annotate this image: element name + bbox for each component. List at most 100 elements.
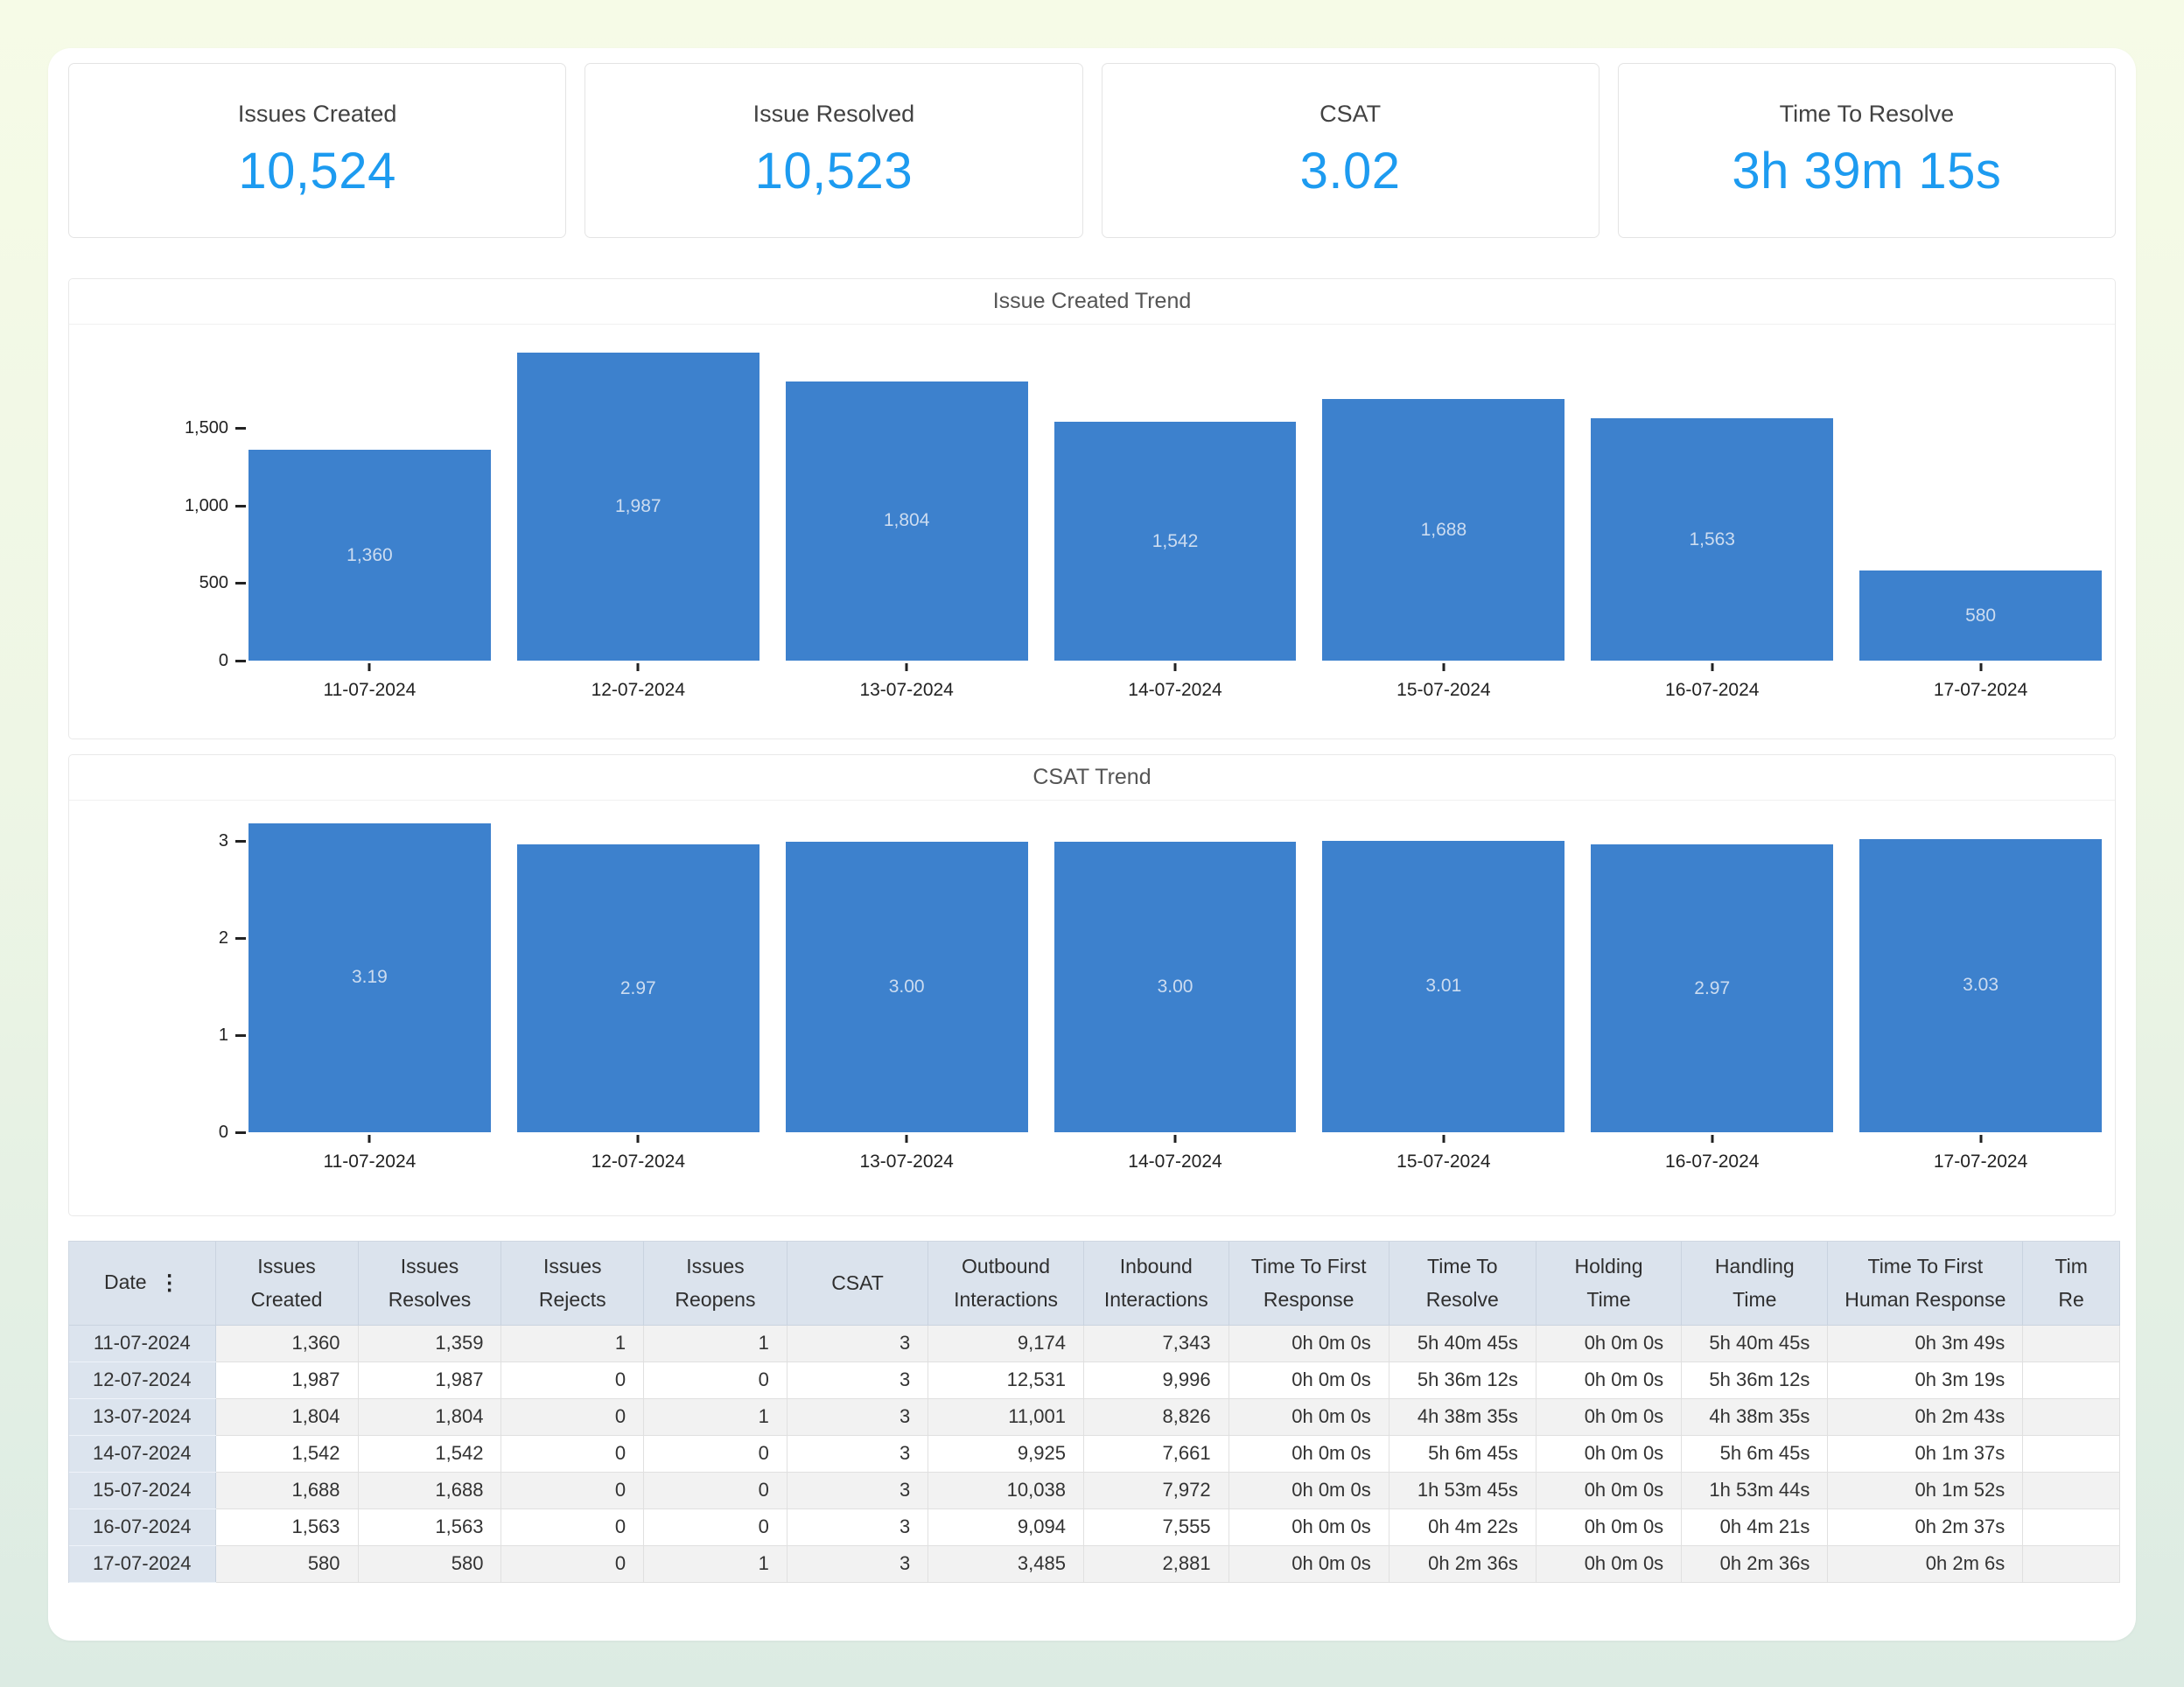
data-cell: 1,804 (358, 1398, 501, 1435)
data-cell: 1 (644, 1325, 788, 1362)
y-axis-tick: 1 (69, 1025, 246, 1046)
column-header[interactable]: Time To FirstResponse (1228, 1242, 1389, 1325)
x-axis-date-label: 16-07-2024 (1591, 680, 1833, 701)
data-cell: 1,563 (358, 1508, 501, 1545)
header-line1: Issues (223, 1250, 351, 1283)
bar-value-label: 2.97 (1694, 978, 1730, 999)
data-cell: 0h 0m 0s (1536, 1325, 1681, 1362)
column-header[interactable]: IssuesResolves (358, 1242, 501, 1325)
column-header[interactable]: Time ToResolve (1389, 1242, 1536, 1325)
data-cell: 3 (787, 1362, 928, 1398)
date-cell: 11-07-2024 (69, 1325, 215, 1362)
table-row[interactable]: 14-07-20241,5421,5420039,9257,6610h 0m 0… (69, 1435, 2120, 1472)
data-cell (2023, 1472, 2120, 1508)
bar[interactable]: 1,688 (1322, 399, 1564, 661)
data-cell: 0h 2m 43s (1828, 1398, 2023, 1435)
data-cell: 3 (787, 1545, 928, 1582)
x-tick-mark (1711, 1135, 1713, 1143)
data-cell: 12,531 (928, 1362, 1084, 1398)
bar-value-label: 3.03 (1963, 975, 1998, 996)
bar[interactable]: 2.97 (1591, 844, 1833, 1132)
data-cell: 1,359 (358, 1325, 501, 1362)
bar-value-label: 3.01 (1425, 976, 1461, 997)
bar[interactable]: 3.19 (248, 823, 491, 1132)
column-menu-icon[interactable]: ⋮ (159, 1267, 180, 1300)
y-tick-label: 0 (219, 1123, 228, 1143)
table-row[interactable]: 17-07-20245805800133,4852,8810h 0m 0s0h … (69, 1545, 2120, 1582)
data-cell: 7,972 (1083, 1472, 1228, 1508)
data-cell: 0 (501, 1508, 644, 1545)
bar[interactable]: 1,987 (517, 353, 760, 661)
dashboard-container: Issues Created 10,524 Issue Resolved 10,… (48, 48, 2136, 1641)
bar[interactable]: 3.00 (786, 842, 1028, 1132)
bar[interactable]: 1,542 (1054, 422, 1297, 661)
data-cell: 0h 0m 0s (1536, 1545, 1681, 1582)
data-cell: 9,996 (1083, 1362, 1228, 1398)
bar[interactable]: 1,563 (1591, 418, 1833, 661)
x-axis-date-label: 15-07-2024 (1322, 1152, 1564, 1172)
column-header[interactable]: CSAT (787, 1242, 928, 1325)
y-axis-tick: 3 (69, 831, 246, 852)
header-line1: Issues (508, 1250, 636, 1283)
data-cell: 580 (215, 1545, 358, 1582)
column-header[interactable]: HandlingTime (1682, 1242, 1828, 1325)
date-cell: 16-07-2024 (69, 1508, 215, 1545)
table-header: Date⋮IssuesCreatedIssuesResolvesIssuesRe… (69, 1242, 2120, 1325)
date-cell: 14-07-2024 (69, 1435, 215, 1472)
data-cell: 0h 0m 0s (1228, 1362, 1389, 1398)
y-tick-mark (235, 1034, 246, 1037)
data-cell: 5h 40m 45s (1389, 1325, 1536, 1362)
table-row[interactable]: 13-07-20241,8041,80401311,0018,8260h 0m … (69, 1398, 2120, 1435)
metrics-table-wrap: Date⋮IssuesCreatedIssuesResolvesIssuesRe… (68, 1241, 2120, 1583)
data-cell (2023, 1435, 2120, 1472)
column-header[interactable]: Date⋮ (69, 1242, 215, 1325)
bars-area: 3.1911-07-20242.9712-07-20243.0013-07-20… (248, 801, 2102, 1132)
data-cell: 1,563 (215, 1508, 358, 1545)
bar[interactable]: 3.01 (1322, 841, 1564, 1132)
data-cell: 1h 53m 45s (1389, 1472, 1536, 1508)
data-cell: 1,688 (358, 1472, 501, 1508)
data-cell: 1 (501, 1325, 644, 1362)
bar[interactable]: 3.00 (1054, 842, 1297, 1132)
column-header[interactable]: IssuesRejects (501, 1242, 644, 1325)
data-cell: 1,360 (215, 1325, 358, 1362)
data-cell: 5h 6m 45s (1682, 1435, 1828, 1472)
table-row[interactable]: 11-07-20241,3601,3591139,1747,3430h 0m 0… (69, 1325, 2120, 1362)
data-cell: 7,555 (1083, 1508, 1228, 1545)
date-cell: 13-07-2024 (69, 1398, 215, 1435)
column-header[interactable]: IssuesReopens (644, 1242, 788, 1325)
data-cell (2023, 1545, 2120, 1582)
header-line2: Re (2030, 1283, 2112, 1316)
column-header[interactable]: TimRe (2023, 1242, 2120, 1325)
column-header[interactable]: Time To FirstHuman Response (1828, 1242, 2023, 1325)
column-header[interactable]: IssuesCreated (215, 1242, 358, 1325)
x-tick-mark (906, 1135, 908, 1143)
header-line2: Resolve (1396, 1283, 1529, 1316)
y-tick-label: 500 (200, 573, 228, 593)
bar[interactable]: 1,360 (248, 450, 491, 661)
data-cell: 0h 0m 0s (1228, 1545, 1389, 1582)
data-cell: 0h 4m 21s (1682, 1508, 1828, 1545)
table-row[interactable]: 12-07-20241,9871,98700312,5319,9960h 0m … (69, 1362, 2120, 1398)
kpi-value: 3h 39m 15s (1732, 142, 2001, 200)
date-cell: 15-07-2024 (69, 1472, 215, 1508)
bar[interactable]: 2.97 (517, 844, 760, 1132)
bar-slot: 3.0013-07-2024 (786, 842, 1028, 1132)
bar[interactable]: 580 (1859, 570, 2102, 661)
column-header[interactable]: HoldingTime (1536, 1242, 1681, 1325)
bar[interactable]: 1,804 (786, 382, 1028, 661)
bar-chart-plot: 05001,0001,5001,36011-07-20241,98712-07-… (69, 325, 2115, 739)
data-cell: 0 (501, 1435, 644, 1472)
column-header[interactable]: InboundInteractions (1083, 1242, 1228, 1325)
bar-slot: 1,36011-07-2024 (248, 450, 491, 661)
column-header[interactable]: OutboundInteractions (928, 1242, 1084, 1325)
data-cell: 1,987 (358, 1362, 501, 1398)
data-cell: 1 (644, 1545, 788, 1582)
bar[interactable]: 3.03 (1859, 839, 2102, 1132)
table-row[interactable]: 16-07-20241,5631,5630039,0947,5550h 0m 0… (69, 1508, 2120, 1545)
table-row[interactable]: 15-07-20241,6881,68800310,0387,9720h 0m … (69, 1472, 2120, 1508)
kpi-value: 3.02 (1300, 142, 1401, 200)
kpi-value: 10,524 (238, 142, 396, 200)
data-cell: 9,174 (928, 1325, 1084, 1362)
x-tick-mark (637, 1135, 640, 1143)
